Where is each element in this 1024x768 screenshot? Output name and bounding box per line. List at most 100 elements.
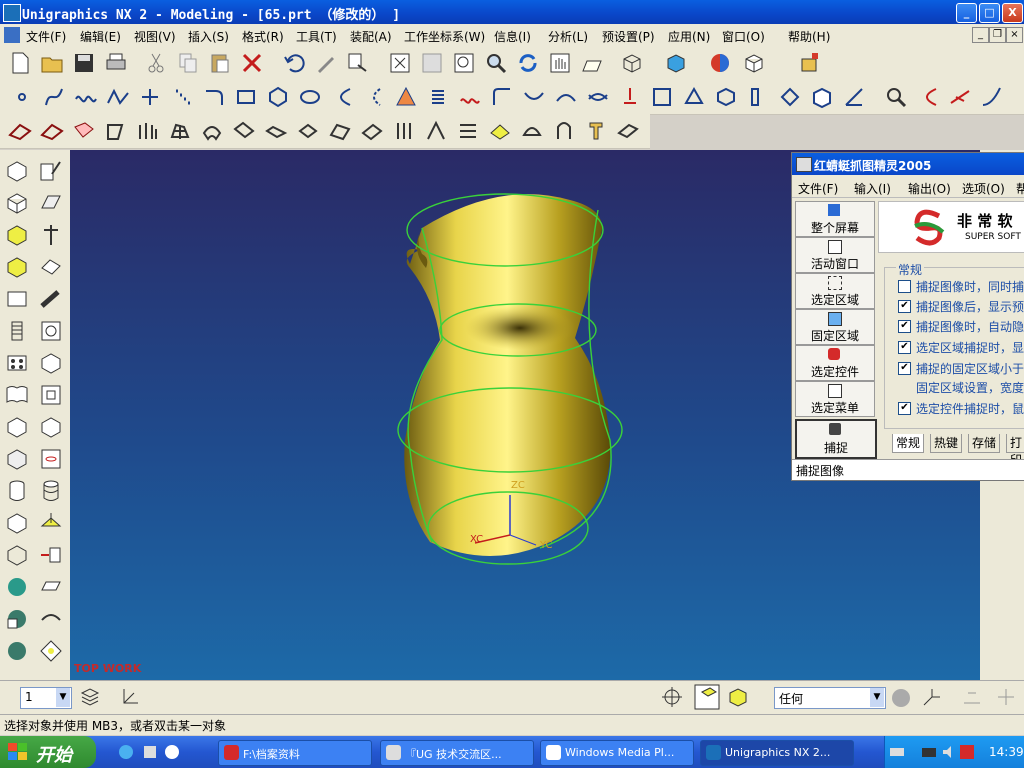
bridge-curve-icon[interactable]: [522, 85, 546, 109]
ruled-surface-icon[interactable]: [104, 119, 128, 143]
hyperbola-icon[interactable]: [362, 85, 386, 109]
box-outline-icon[interactable]: [4, 542, 30, 568]
task-media-player[interactable]: Windows Media Pl...: [540, 740, 694, 766]
section-curve-icon[interactable]: [682, 85, 706, 109]
sphere-subtract-icon[interactable]: [4, 638, 30, 664]
ie-icon[interactable]: [118, 744, 134, 760]
revolve-icon[interactable]: [4, 254, 30, 280]
mode-selected-menu[interactable]: 选定菜单: [795, 381, 875, 417]
vase-surface[interactable]: [404, 194, 611, 556]
join-curve-icon[interactable]: [586, 85, 610, 109]
sew-icon[interactable]: [424, 119, 448, 143]
copy-icon[interactable]: [176, 51, 200, 75]
rough-offset-icon[interactable]: [392, 119, 416, 143]
cylinder-icon[interactable]: [4, 478, 30, 504]
draft-icon[interactable]: [4, 446, 30, 472]
pan-hand-icon[interactable]: [548, 51, 572, 75]
surface-from-poles-icon[interactable]: [40, 119, 64, 143]
menu-info[interactable]: 信息(I): [494, 28, 531, 45]
tab-print[interactable]: 打印: [1006, 434, 1024, 467]
fit-view-icon[interactable]: [388, 51, 412, 75]
rotate-icon[interactable]: [516, 51, 540, 75]
boss-icon[interactable]: [38, 254, 64, 280]
emboss-icon[interactable]: [38, 446, 64, 472]
intersect-curve-icon[interactable]: [650, 85, 674, 109]
select-body-icon[interactable]: [726, 685, 750, 709]
face-split-icon[interactable]: [38, 606, 64, 632]
close-button[interactable]: X: [1002, 3, 1023, 23]
hole-icon[interactable]: [4, 286, 30, 312]
offset-curve-icon[interactable]: [490, 85, 514, 109]
extract-curve-icon[interactable]: [714, 85, 738, 109]
dimension-curve-icon[interactable]: [842, 85, 866, 109]
diamond-icon[interactable]: [38, 638, 64, 664]
quicklaunch-icon[interactable]: [142, 744, 158, 760]
menu-view[interactable]: 视图(V): [134, 28, 176, 45]
tab-hotkey[interactable]: 热键: [930, 434, 963, 453]
cross-point-icon[interactable]: [138, 85, 162, 109]
measure-face-icon[interactable]: [38, 574, 64, 600]
tab-save[interactable]: 存储: [968, 434, 1001, 453]
fillet-surface-icon[interactable]: [488, 119, 512, 143]
mode-active-window[interactable]: 活动窗口: [795, 237, 875, 273]
mode-full-screen[interactable]: 整个屏幕: [795, 201, 875, 237]
spline-icon[interactable]: [42, 85, 66, 109]
zoom-window-icon[interactable]: [420, 51, 444, 75]
swept-surface-icon[interactable]: [200, 119, 224, 143]
surface-through-points-icon[interactable]: [8, 119, 32, 143]
camera-tray-icon[interactable]: [921, 744, 937, 760]
point-set-icon[interactable]: [170, 85, 194, 109]
option-checkbox-3[interactable]: ✔: [898, 320, 911, 333]
thread-icon[interactable]: [4, 318, 30, 344]
undo-icon[interactable]: [282, 51, 306, 75]
option-checkbox-4[interactable]: ✔: [898, 341, 911, 354]
law-curve-icon[interactable]: [458, 85, 482, 109]
open-folder-icon[interactable]: [40, 51, 64, 75]
select-pencil-icon[interactable]: [314, 51, 338, 75]
task-explorer[interactable]: F:\档案资料: [218, 740, 372, 766]
option-checkbox-5[interactable]: ✔: [898, 362, 911, 375]
block-icon[interactable]: [4, 158, 30, 184]
polygon-icon[interactable]: [266, 85, 290, 109]
mdi-minimize-button[interactable]: _: [972, 27, 989, 43]
wireframe-cube-icon[interactable]: [620, 51, 644, 75]
quilt-surface-icon[interactable]: [552, 119, 576, 143]
print-icon[interactable]: [104, 51, 128, 75]
menu-assembly[interactable]: 装配(A): [350, 28, 392, 45]
menu-help[interactable]: 帮助(H): [788, 28, 830, 45]
task-forum[interactable]: 『UG 技术交流区...: [380, 740, 534, 766]
surface-edit-icon[interactable]: [616, 119, 640, 143]
tab-general[interactable]: 常规: [892, 434, 925, 453]
deviation-icon[interactable]: [948, 85, 972, 109]
project-curve-icon[interactable]: [618, 85, 642, 109]
option-checkbox-7[interactable]: ✔: [898, 402, 911, 415]
capture-tool-window[interactable]: 红蜻蜓抓图精灵2005 文件(F) 输入(I) 输出(O) 选项(O) 帮 整个…: [791, 152, 1024, 481]
cut-icon[interactable]: [144, 51, 168, 75]
point-icon[interactable]: [10, 85, 34, 109]
book-icon[interactable]: [4, 382, 30, 408]
keyboard-icon[interactable]: [889, 744, 905, 760]
trimmed-sheet-icon[interactable]: [456, 119, 480, 143]
mdi-restore-button[interactable]: ❐: [989, 27, 1006, 43]
capture-menu-output[interactable]: 输出(O): [908, 180, 951, 197]
menu-analysis[interactable]: 分析(L): [548, 28, 588, 45]
layer-select[interactable]: 1 ▼: [20, 687, 72, 709]
save-icon[interactable]: [72, 51, 96, 75]
shell-icon[interactable]: [4, 414, 30, 440]
polyline-icon[interactable]: [106, 85, 130, 109]
simplify-curve-icon[interactable]: [554, 85, 578, 109]
edit-object-icon[interactable]: [346, 51, 370, 75]
mode-selected-region[interactable]: 选定区域: [795, 273, 875, 309]
start-button[interactable]: 开始: [0, 736, 96, 768]
delete-icon[interactable]: [240, 51, 264, 75]
media-player-icon[interactable]: [164, 744, 180, 760]
groove-icon[interactable]: [38, 414, 64, 440]
pocket-icon[interactable]: [38, 350, 64, 376]
capture-button[interactable]: 捕捉: [795, 419, 877, 459]
edit-curve-icon[interactable]: [746, 85, 770, 109]
curve-mesh-icon[interactable]: [168, 119, 192, 143]
menu-window[interactable]: 窗口(O): [722, 28, 765, 45]
offset-surface-icon[interactable]: [360, 119, 384, 143]
pipe-icon[interactable]: [38, 286, 64, 312]
conic-icon[interactable]: [394, 85, 418, 109]
